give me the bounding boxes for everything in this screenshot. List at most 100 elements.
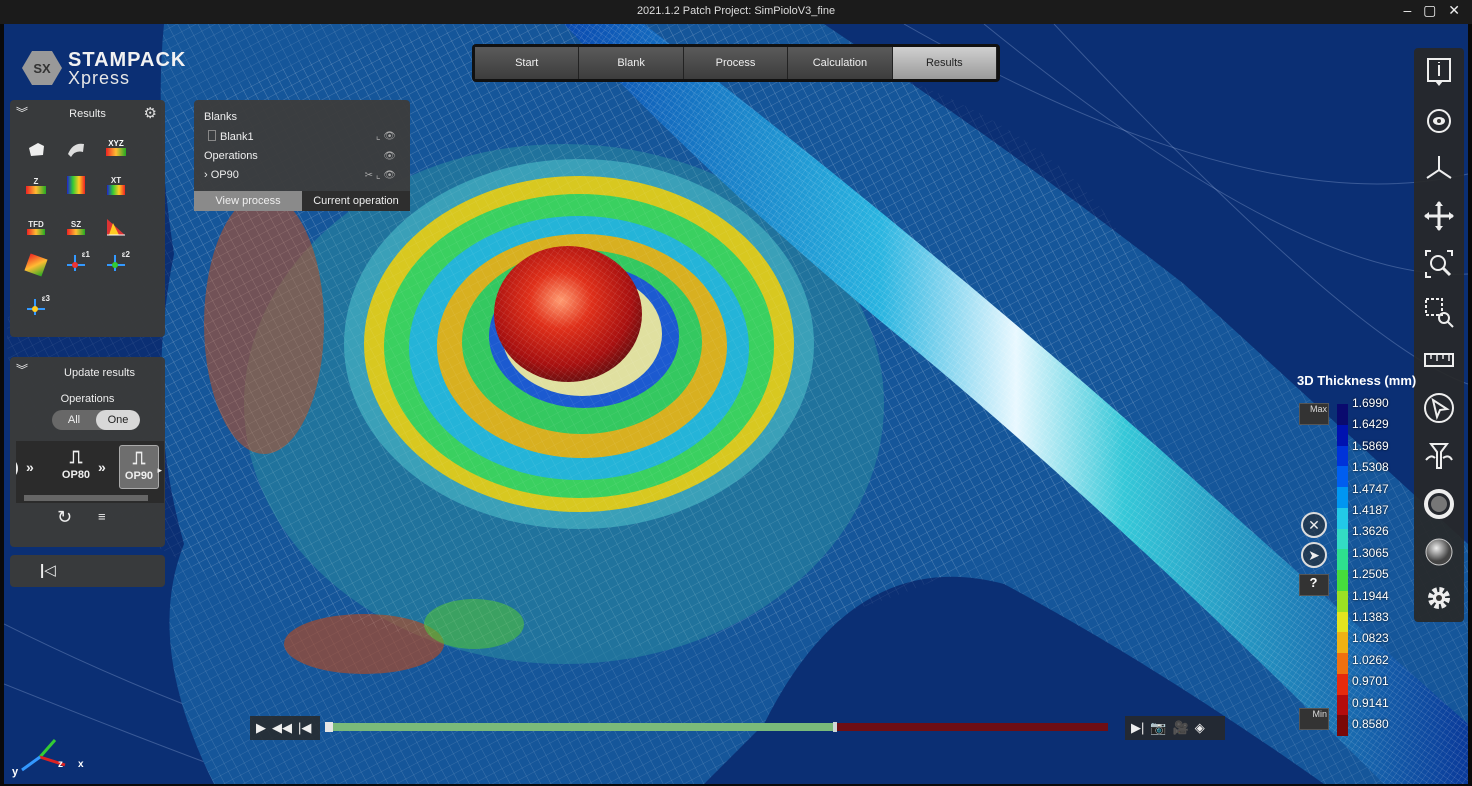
timeline-current-handle[interactable] [833, 722, 837, 732]
e3-label: ε3 [41, 294, 50, 303]
ruler-icon[interactable] [1423, 344, 1455, 376]
legend-value: 1.6990 [1352, 396, 1389, 410]
logo-line1: STAMPACK [68, 49, 187, 71]
skip-start-icon[interactable]: |◀ [298, 720, 311, 736]
list-icon[interactable]: ≡ [98, 509, 106, 524]
strain-e2-icon[interactable]: ε2 [104, 250, 130, 274]
process-tree-panel: Blanks Blank1 ⌞ 👁 Operations 👁 › OP90 ✂ … [194, 100, 410, 211]
refresh-icon[interactable]: ↻ [57, 507, 72, 528]
scroll-right-icon[interactable]: ▸ [157, 465, 162, 476]
arrow-icon: » [26, 459, 34, 475]
reset-scale-icon[interactable]: ✕ [1301, 512, 1327, 538]
timeline-start-handle[interactable] [325, 722, 333, 732]
legend-value: 1.5308 [1352, 460, 1389, 475]
legend-value: 1.3065 [1352, 545, 1389, 560]
z-displacement-icon[interactable]: Z [24, 174, 48, 196]
play-icon[interactable]: ▶ [256, 720, 266, 736]
formability-icon[interactable] [24, 253, 48, 277]
eye-hidden-icon[interactable]: 👁 [383, 151, 396, 162]
export-icon[interactable]: ◈ [1195, 720, 1205, 736]
tool-icon[interactable] [64, 138, 88, 160]
select-pointer-icon[interactable] [1423, 392, 1455, 424]
view-toolbar [1414, 48, 1464, 622]
rewind-icon[interactable]: ◀◀ [272, 720, 292, 736]
scissors-icon[interactable]: ✂ ⌞ 👁 [365, 170, 396, 181]
logo-line2: Xpress [68, 68, 131, 88]
tree-mode-buttons: View process Current operation [194, 191, 410, 211]
strain-e3-icon[interactable]: ε3 [24, 294, 50, 318]
section-cut-icon[interactable] [1423, 440, 1455, 472]
chevron-right-icon[interactable]: › [204, 169, 208, 181]
sz-icon[interactable]: SZ [64, 216, 88, 238]
fld-icon[interactable] [104, 216, 128, 238]
window-controls[interactable]: – ▢ ✕ [1403, 2, 1464, 19]
tfd-icon[interactable]: TFD [24, 216, 48, 238]
operations-strip[interactable]: ) » ⎍ OP80 » ⎍ OP90 ▸ [16, 441, 164, 503]
toggle-one[interactable]: One [96, 410, 140, 430]
strain-e1-icon[interactable]: ε1 [64, 250, 90, 274]
legend-color-band [1337, 653, 1348, 674]
legend-max-button[interactable]: Max [1299, 403, 1329, 425]
skip-back-icon[interactable]: |◁ [40, 561, 56, 579]
info-icon[interactable] [1423, 56, 1455, 88]
zoom-icon[interactable] [1423, 248, 1455, 280]
axes-triad: y z x [12, 739, 84, 778]
op80-button[interactable]: ⎍ OP80 [56, 445, 96, 489]
legend-value: 1.0262 [1352, 652, 1389, 667]
legend-color-band [1337, 715, 1348, 736]
zoom-window-icon[interactable] [1423, 296, 1455, 328]
pick-value-icon[interactable]: ➤ [1301, 542, 1327, 568]
legend-value: 1.3626 [1352, 524, 1389, 539]
video-icon[interactable]: 🎥 [1173, 720, 1189, 736]
skip-end-icon[interactable]: ▶| [1131, 720, 1144, 736]
tab-calculation[interactable]: Calculation [788, 47, 893, 79]
title-bar: 2021.1.2 Patch Project: SimPioloV3_fine … [0, 0, 1472, 24]
legend-value: 1.4187 [1352, 503, 1389, 517]
gear-icon[interactable]: ⚙ [144, 104, 157, 122]
view-process-button[interactable]: View process [194, 191, 302, 211]
rotate-icon[interactable] [1423, 104, 1455, 136]
tab-process[interactable]: Process [683, 47, 789, 79]
legend-help-icon[interactable]: ? [1299, 574, 1329, 596]
operations-scrollbar[interactable] [24, 495, 148, 501]
pan-icon[interactable] [1423, 200, 1455, 232]
axis-x-label: x [78, 759, 84, 770]
playback-controls: ▶ ◀◀ |◀ [250, 716, 320, 740]
workflow-tabs: Start Blank Process Calculation Results [472, 44, 1000, 82]
settings-gear-icon[interactable] [1423, 582, 1455, 614]
axes-view-icon[interactable] [1423, 152, 1455, 184]
axis-z-label: z [58, 759, 63, 770]
back-panel: |◁ [10, 555, 165, 587]
legend-min-button[interactable]: Min [1299, 708, 1329, 730]
eye-icon[interactable]: ⌞ 👁 [376, 131, 396, 142]
thickness-icon[interactable] [64, 174, 88, 196]
legend-color-band [1337, 611, 1348, 633]
update-results-title: Update results [64, 367, 135, 379]
tfd-label: TFD [28, 219, 44, 229]
legend-value: 0.8580 [1352, 717, 1389, 731]
shaded-sphere-icon[interactable] [1423, 536, 1455, 568]
all-one-toggle[interactable]: All One [52, 410, 140, 430]
op90-button[interactable]: ⎍ OP90 [119, 445, 159, 489]
blank-icon[interactable] [24, 138, 48, 160]
timeline-progress[interactable] [326, 723, 836, 731]
xyz-displacement-icon[interactable]: XYZ [104, 136, 128, 158]
stampack-logo: SX STAMPACK Xpress [22, 49, 187, 88]
legend-value: 1.5869 [1352, 438, 1389, 453]
media-controls: ▶| 📷 🎥 ◈ [1125, 716, 1225, 740]
camera-icon[interactable]: 📷 [1150, 720, 1166, 736]
op90-tree-item[interactable]: › OP90 [204, 169, 239, 181]
xt-icon[interactable]: XT [104, 174, 128, 196]
tab-blank[interactable]: Blank [579, 47, 684, 79]
wireframe-icon[interactable] [1423, 488, 1455, 520]
tab-results[interactable]: Results [892, 47, 998, 79]
current-operation-button[interactable]: Current operation [302, 191, 410, 211]
operations-header: Operations [204, 150, 258, 162]
timeline-remaining[interactable] [836, 723, 1108, 731]
tab-start[interactable]: Start [475, 47, 580, 79]
logo-badge: SX [22, 51, 62, 85]
blank1-item[interactable]: Blank1 [208, 130, 254, 143]
legend-value: 1.1944 [1352, 588, 1389, 603]
window-title: 2021.1.2 Patch Project: SimPioloV3_fine [636, 5, 836, 17]
toggle-all[interactable]: All [52, 410, 96, 430]
